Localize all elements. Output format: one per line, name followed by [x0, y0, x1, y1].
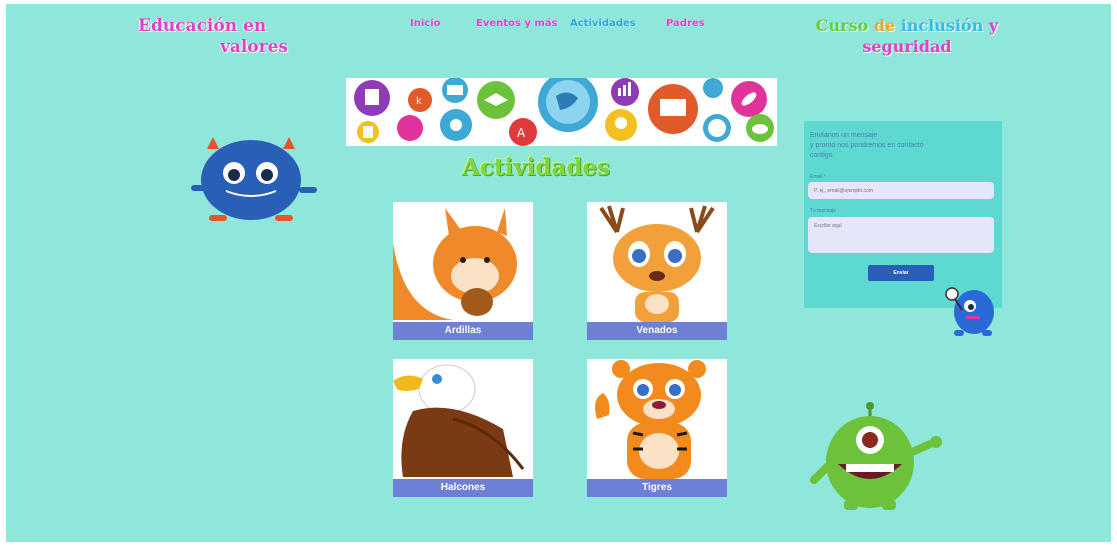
- a-letter-bubble-icon: A: [509, 118, 537, 146]
- globe-bubble-icon: [538, 78, 598, 132]
- green-monster-illustration: [810, 402, 942, 510]
- site-logo[interactable]: Educación en valores: [138, 16, 288, 58]
- card-caption: Venados: [587, 322, 727, 340]
- message-field[interactable]: [808, 217, 994, 253]
- course-title: Curso de inclusión y seguridad: [802, 15, 1012, 57]
- svg-text:A: A: [517, 126, 526, 140]
- course-word-de: de: [873, 16, 901, 35]
- lightbulb-bubble-icon: [605, 109, 637, 141]
- squirrel-illustration: [393, 208, 517, 320]
- contact-intro-line1: Envíanos un mensaje: [810, 132, 878, 139]
- tiger-illustration: [595, 360, 706, 479]
- course-word-inclusion: inclusión: [900, 16, 989, 35]
- small-blue-monster-illustration: [945, 287, 994, 336]
- cloud-bubble-icon: [746, 114, 774, 142]
- card-tigres[interactable]: Tigres: [587, 359, 727, 497]
- nav-item-inicio[interactable]: Inicio: [410, 18, 441, 29]
- soccer-ball-bubble-icon: [703, 114, 731, 142]
- page-title: Actividades: [462, 154, 610, 181]
- chart-bubble-icon: [611, 78, 639, 106]
- id-card-bubble-icon: [357, 121, 379, 143]
- rocket-bubble-icon: [731, 81, 767, 117]
- card-halcones[interactable]: Halcones: [393, 359, 533, 497]
- course-word-y: y: [988, 16, 999, 35]
- svg-text:k: k: [416, 96, 422, 107]
- submit-button[interactable]: Enviar: [868, 265, 934, 281]
- card-ardillas[interactable]: Ardillas: [393, 202, 533, 340]
- message-label: Tu mensaje: [810, 208, 836, 214]
- nav-item-eventos[interactable]: Eventos y más: [476, 18, 557, 29]
- course-word-curso: Curso: [815, 16, 874, 35]
- monitor-bubble-icon: [648, 84, 698, 134]
- card-caption: Tigres: [587, 479, 727, 497]
- contact-intro: Envíanos un mensaje y pronto nos pondrem…: [810, 131, 990, 161]
- activities-banner: k A: [346, 78, 777, 146]
- robot-bubble-icon: [354, 80, 390, 116]
- contact-intro-line2: y pronto nos pondremos en contacto: [810, 142, 924, 149]
- graduation-cap-bubble-icon: [477, 81, 515, 119]
- letter-bubble-icon: k: [408, 88, 432, 112]
- question-bubble-icon: [703, 78, 723, 98]
- email-field[interactable]: [808, 182, 994, 199]
- page: Educación en valores Inicio Eventos y má…: [6, 4, 1111, 542]
- nav-item-padres[interactable]: Padres: [666, 18, 705, 29]
- gears-bubble-icon: [440, 109, 472, 141]
- blue-monster-illustration: [191, 137, 317, 221]
- deer-illustration: [599, 205, 715, 322]
- card-caption: Ardillas: [393, 322, 533, 340]
- contact-form: Envíanos un mensaje y pronto nos pondrem…: [804, 121, 1002, 308]
- logo-line1: Educación en: [138, 16, 267, 36]
- contact-intro-line3: contigo.: [810, 152, 835, 159]
- card-venados[interactable]: Venados: [587, 202, 727, 340]
- card-caption: Halcones: [393, 479, 533, 497]
- pencil-bubble-icon: [397, 115, 423, 141]
- email-label: Email *: [810, 174, 826, 180]
- mail-bubble-icon: [442, 78, 468, 103]
- eagle-illustration: [393, 364, 525, 477]
- course-word-seguridad: seguridad: [862, 37, 952, 56]
- logo-line2: valores: [219, 37, 288, 57]
- nav-item-actividades[interactable]: Actividades: [570, 18, 636, 29]
